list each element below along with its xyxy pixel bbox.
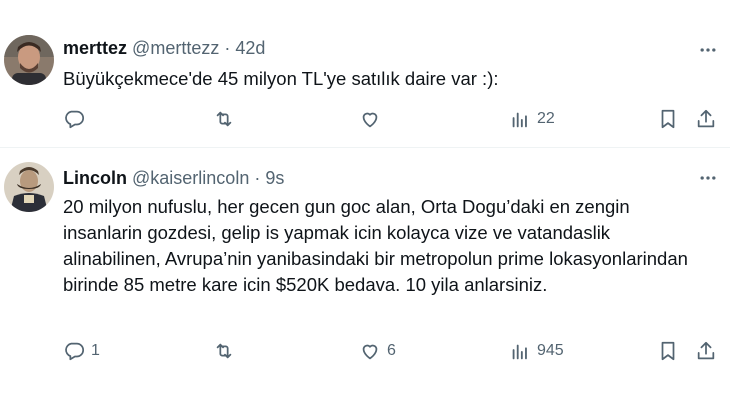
reply-icon (65, 110, 85, 129)
avatar[interactable] (4, 162, 54, 212)
share-button[interactable] (695, 339, 717, 363)
display-name[interactable]: Lincoln (63, 168, 127, 188)
more-icon[interactable] (698, 40, 718, 60)
share-button[interactable] (695, 107, 717, 131)
reply-button[interactable]: 1 (63, 339, 100, 363)
views-icon (512, 112, 527, 128)
timestamp[interactable]: 9s (265, 168, 284, 188)
reply-icon (65, 342, 85, 361)
username[interactable]: @kaiserlincoln (132, 168, 249, 188)
separator-dot: · (224, 38, 231, 58)
bookmark-button[interactable] (657, 107, 679, 131)
retweet-button[interactable] (213, 107, 241, 131)
more-icon[interactable] (698, 168, 718, 188)
retweet-icon (216, 343, 232, 359)
like-button[interactable] (359, 107, 387, 131)
views-button[interactable]: 945 (509, 339, 564, 363)
tweet-text: 20 milyon nufuslu, her gecen gun goc ala… (63, 196, 688, 295)
tweet-header: Lincoln @kaiserlincoln · 9s (63, 168, 284, 189)
share-icon (697, 341, 715, 360)
retweet-icon (216, 111, 232, 127)
like-button[interactable]: 6 (359, 339, 396, 363)
separator-dot: · (254, 168, 261, 188)
retweet-button[interactable] (213, 339, 241, 363)
avatar-photo (4, 35, 54, 85)
like-count: 6 (387, 342, 396, 359)
tweet-header: merttez @merttezz · 42d (63, 38, 265, 59)
reply-count: 1 (91, 342, 100, 359)
bookmark-icon (661, 341, 675, 361)
timestamp[interactable]: 42d (235, 38, 265, 58)
reply-button[interactable] (63, 107, 91, 131)
tweet-actions: 1 6 945 (63, 339, 723, 363)
display-name[interactable]: merttez (63, 38, 127, 58)
tweet[interactable]: merttez @merttezz · 42d Büyükçekmece'de … (0, 0, 730, 148)
view-count: 22 (537, 110, 555, 127)
views-button[interactable]: 22 (509, 107, 555, 131)
like-icon (362, 112, 378, 128)
avatar[interactable] (4, 35, 54, 85)
tweet-text: Büyükçekmece'de 45 milyon TL'ye satılık … (63, 68, 499, 89)
bookmark-button[interactable] (657, 339, 679, 363)
username[interactable]: @merttezz (132, 38, 219, 58)
avatar-photo (4, 162, 54, 212)
view-count: 945 (537, 342, 564, 359)
bookmark-icon (661, 109, 675, 129)
share-icon (697, 109, 715, 128)
tweet-actions: 22 (63, 107, 723, 131)
views-icon (512, 344, 527, 360)
tweet[interactable]: Lincoln @kaiserlincoln · 9s 20 milyon nu… (0, 148, 730, 420)
like-icon (362, 344, 378, 360)
